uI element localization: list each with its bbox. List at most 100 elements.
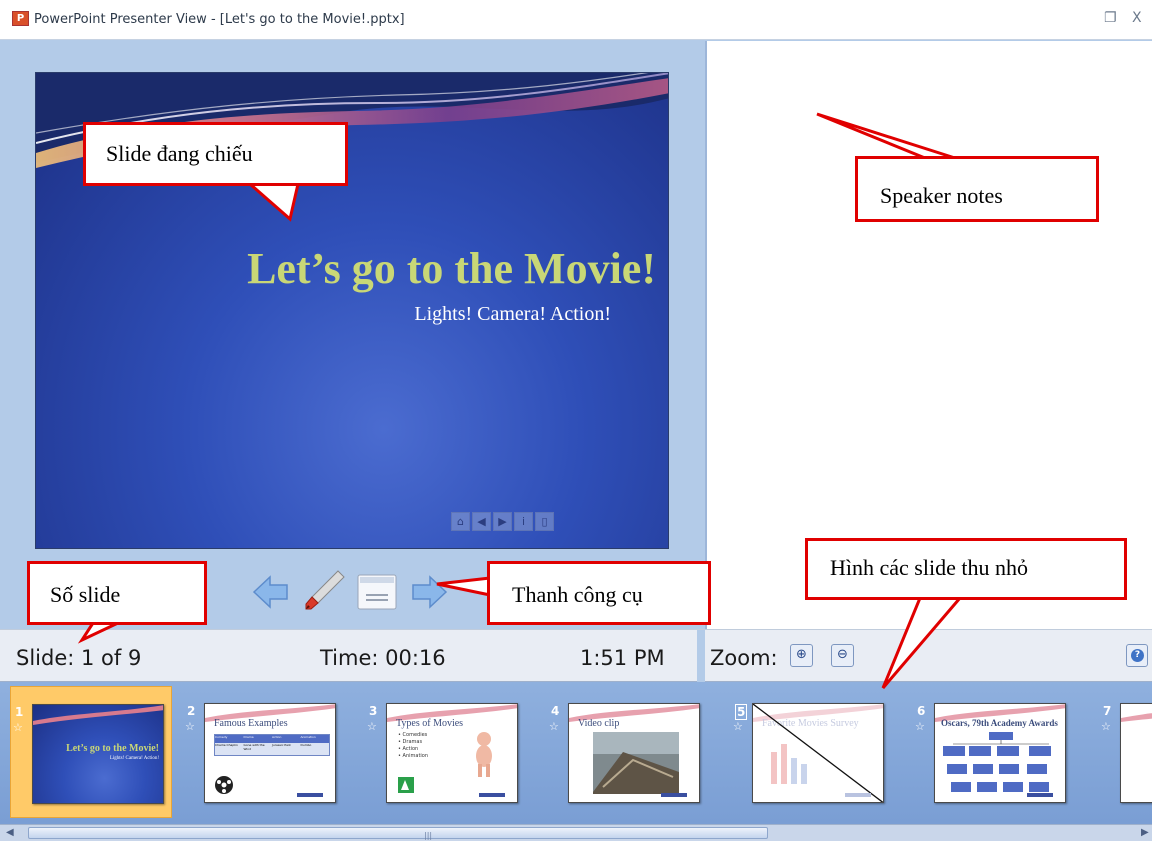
next-slide-arrow-icon[interactable] (410, 572, 450, 612)
scroll-right-icon[interactable]: ▶ (1141, 827, 1149, 838)
thumbnail-slide-4[interactable]: 4 ☆ Video clip (547, 686, 709, 818)
thumbnail-image: Oscars, 79th Academy Awards (934, 703, 1066, 803)
popcorn-clipart-icon (398, 777, 414, 793)
powerpoint-app-icon: P (12, 11, 29, 26)
thumbnail-image (1120, 703, 1152, 803)
thumbnail-footer (395, 793, 511, 797)
zoom-out-icon[interactable]: ⊖ (831, 644, 854, 667)
scroll-left-icon[interactable]: ◀ (6, 827, 14, 838)
thumbnail-image: Let’s go to the Movie! Lights! Camera! A… (32, 704, 164, 804)
thumbnail-slide-5[interactable]: 5 ☆ Favorite Movies Survey (731, 686, 893, 818)
thumbnail-footer (943, 793, 1059, 797)
table-header: Comedy (215, 735, 244, 743)
slide-counter: Slide: 1 of 9 (16, 646, 142, 670)
scrollbar-thumb[interactable]: ||| (28, 827, 768, 840)
film-reel-icon (215, 776, 233, 794)
thumbnail-image: Video clip (568, 703, 700, 803)
bullet-item: Dramas (402, 739, 423, 745)
slide-thumbnail-strip: 1 ☆ Let’s go to the Movie! Lights! Camer… (0, 682, 1152, 824)
thumbnail-slide-6[interactable]: 6 ☆ Oscars, 79th Academy Awards (913, 686, 1075, 818)
zoom-label: Zoom: (710, 646, 778, 670)
thumbnail-number: 2 (187, 704, 196, 718)
thumbnail-footer (577, 793, 693, 797)
callout-text: Speaker notes (880, 183, 1003, 208)
slide-title: Let’s go to the Movie! (247, 244, 656, 293)
help-icon[interactable]: ? (1126, 644, 1148, 667)
clock-time: 1:51 PM (580, 646, 665, 670)
callout-text: Hình các slide thu nhỏ (830, 555, 1028, 580)
thumbnail-title: Video clip (578, 718, 620, 729)
screen-options-icon[interactable] (356, 573, 398, 611)
bullet-item: Action (402, 746, 419, 752)
callout-box: Số slide (27, 561, 207, 625)
animation-star-icon: ☆ (549, 720, 559, 733)
thumbnail-table: Comedy Drama Action Animation Charlie Ch… (214, 734, 330, 756)
document-icon[interactable]: ▯ (535, 512, 554, 531)
bullet-item: Comedies (402, 732, 428, 738)
title-bar: P PowerPoint Presenter View - [Let's go … (0, 0, 1152, 40)
thumbnail-number-hidden: 5 (735, 704, 748, 720)
previous-slide-arrow-icon[interactable] (250, 572, 290, 612)
table-header: Action (272, 735, 301, 743)
presenter-toolbar (250, 567, 450, 617)
table-cell: Dumbo (300, 743, 329, 755)
restore-button[interactable]: ❐ (1104, 10, 1117, 26)
slide-action-buttons: ⌂ ◀ ▶ i ▯ (451, 512, 554, 531)
thumbnail-slide-7[interactable]: 7 ☆ (1099, 686, 1152, 818)
callout-box: Hình các slide thu nhỏ (805, 538, 1127, 600)
slide-subtitle: Lights! Camera! Action! (414, 303, 611, 325)
animation-star-icon: ☆ (185, 720, 195, 733)
animation-star-icon: ☆ (733, 720, 743, 733)
thumbnail-scrollbar[interactable]: ◀ ||| ▶ (0, 824, 1152, 841)
bullet-item: Animation (402, 753, 429, 759)
animation-star-icon: ☆ (13, 721, 23, 734)
thumbnail-number: 4 (551, 704, 560, 718)
animation-star-icon: ☆ (915, 720, 925, 733)
callout-text: Số slide (50, 582, 121, 607)
callout-text: Thanh công cụ (512, 582, 643, 607)
forward-icon[interactable]: ▶ (493, 512, 512, 531)
home-icon[interactable]: ⌂ (451, 512, 470, 531)
thumbnail-bullets: • Comedies • Dramas • Action • Animation (398, 732, 429, 759)
org-chart-diagram (943, 732, 1051, 792)
presenter-view-window: P PowerPoint Presenter View - [Let's go … (0, 0, 1152, 841)
status-bar: Slide: 1 of 9 Time: 00:16 1:51 PM Zoom: … (0, 629, 1152, 683)
thumbnail-wave (33, 705, 163, 725)
back-icon[interactable]: ◀ (472, 512, 491, 531)
thumbnail-title: Types of Movies (396, 718, 464, 729)
thumbnail-title: Let’s go to the Movie! (66, 743, 159, 754)
table-cell: Gone with the Wind (243, 743, 272, 755)
baby-clipart-icon (476, 732, 492, 777)
hidden-slide-cross (753, 704, 883, 802)
thumbnail-image: Favorite Movies Survey (752, 703, 884, 803)
thumbnail-title: Oscars, 79th Academy Awards (941, 718, 1058, 728)
table-header: Animation (300, 735, 329, 743)
close-button[interactable]: X (1132, 10, 1142, 26)
table-cell: Jurassic Park (272, 743, 301, 755)
thumbnail-wave (1121, 713, 1152, 722)
thumbnail-slide-3[interactable]: 3 ☆ Types of Movies • Comedies • Dramas … (365, 686, 527, 818)
zoom-in-icon[interactable]: ⊕ (790, 644, 813, 667)
callout-box: Thanh công cụ (487, 561, 711, 625)
callout-box: Slide đang chiếu (83, 122, 348, 186)
thumbnail-image: Types of Movies • Comedies • Dramas • Ac… (386, 703, 518, 803)
video-clip-frame (593, 732, 679, 794)
thumbnail-footer (761, 793, 877, 797)
callout-text: Slide đang chiếu (106, 141, 253, 166)
info-icon[interactable]: i (514, 512, 533, 531)
scroll-grip-icon: ||| (424, 831, 433, 840)
elapsed-time[interactable]: Time: 00:16 (320, 646, 446, 670)
thumbnail-image: Famous Examples Comedy Drama Action Anim… (204, 703, 336, 803)
animation-star-icon: ☆ (1101, 720, 1111, 733)
thumbnail-slide-1[interactable]: 1 ☆ Let’s go to the Movie! Lights! Camer… (10, 686, 172, 818)
table-cell: Charlie Chaplin (215, 743, 244, 755)
thumbnail-number: 6 (917, 704, 926, 718)
thumbnail-title: Famous Examples (214, 718, 288, 729)
pane-divider[interactable] (697, 630, 705, 683)
callout-box: Speaker notes (855, 156, 1099, 222)
window-title: PowerPoint Presenter View - [Let's go to… (34, 12, 405, 27)
thumbnail-number: 7 (1103, 704, 1112, 718)
pen-icon[interactable] (302, 567, 348, 613)
thumbnail-slide-2[interactable]: 2 ☆ Famous Examples Comedy Drama Action … (183, 686, 345, 818)
thumbnail-subtitle: Lights! Camera! Action! (109, 756, 159, 761)
